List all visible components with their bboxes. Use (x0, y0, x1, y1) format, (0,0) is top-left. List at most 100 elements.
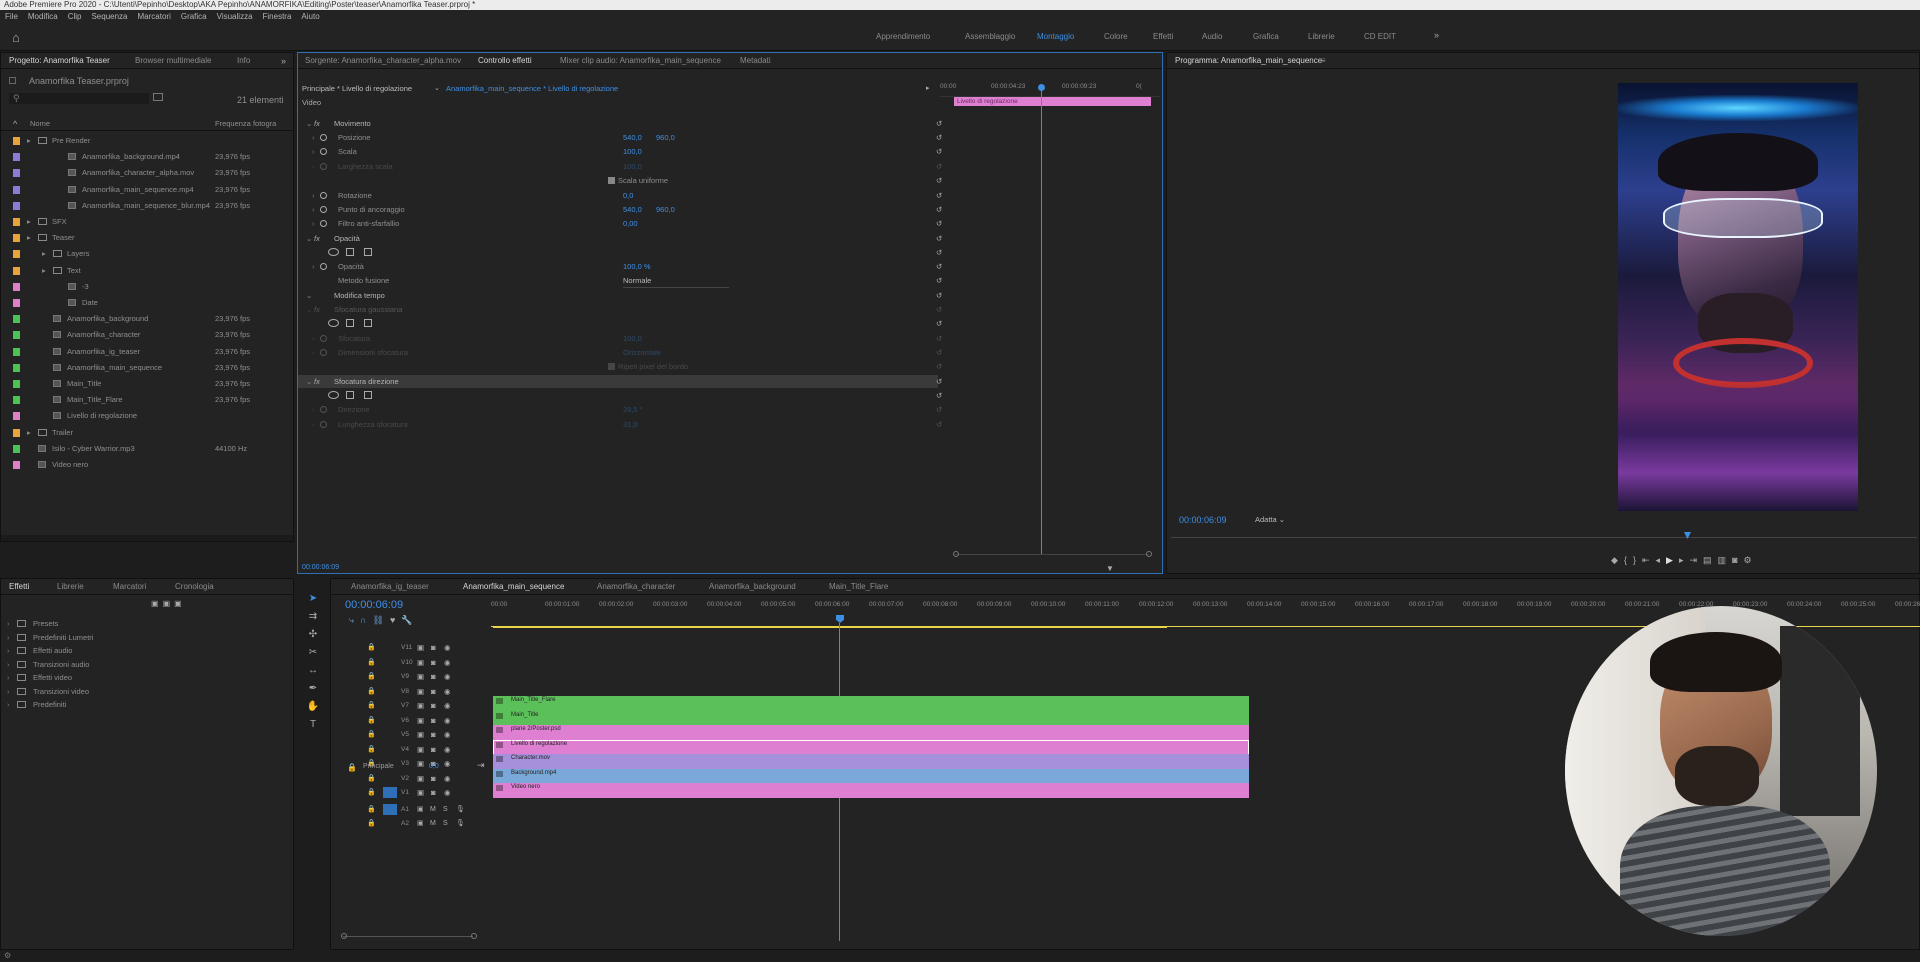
workspace-effetti[interactable]: Effetti (1153, 32, 1173, 41)
label-color-swatch[interactable] (13, 234, 20, 243)
program-tab[interactable]: Programma: Anamorfika_main_sequence (1175, 53, 1322, 69)
expand-triangle-icon[interactable]: › (7, 631, 10, 644)
effect-row[interactable]: Metodo fusione Normale ↺ (298, 274, 942, 288)
project-tab-1[interactable]: Browser multimediale (135, 53, 211, 69)
workspace-apprendimento[interactable]: Apprendimento (876, 32, 930, 41)
reset-icon[interactable]: ↺ (936, 389, 942, 402)
more-workspaces-icon[interactable]: » (1434, 30, 1439, 40)
go-to-end-icon[interactable]: ⇥ (477, 760, 485, 771)
timeline-playhead-handle[interactable] (836, 615, 844, 623)
sync-icon[interactable]: ▣ (417, 786, 424, 799)
slip-icon[interactable]: ↔ (302, 662, 324, 680)
timeline-zoom-right[interactable] (471, 933, 477, 939)
reset-icon[interactable]: ↺ (936, 274, 942, 287)
reset-icon[interactable]: ↺ (936, 303, 942, 316)
snap-icon[interactable]: ∩ (360, 615, 372, 625)
toggle-output-icon[interactable]: ◙ (431, 670, 436, 683)
workspace-montaggio[interactable]: Montaggio (1037, 32, 1074, 41)
effect-row[interactable]: › Punto di ancoraggio 540,0 960,0 ↺ (298, 203, 942, 216)
project-item[interactable]: ▸ Trailer (1, 426, 293, 439)
panel-more-icon[interactable]: » (281, 56, 286, 66)
label-color-swatch[interactable] (13, 315, 20, 324)
effect-tab-3[interactable]: Metadati (740, 53, 771, 69)
eye-icon[interactable]: ◉ (444, 757, 451, 770)
effect-param-value[interactable]: 31,0 (623, 418, 638, 431)
project-item[interactable]: -3 (1, 280, 293, 293)
sequence-clip-label[interactable]: Anamorfika_main_sequence * Livello di re… (434, 84, 618, 93)
sort-icon[interactable]: ^ (13, 119, 17, 129)
eye-icon[interactable]: ◉ (444, 728, 451, 741)
effect-row[interactable]: ↺ (298, 389, 942, 402)
column-name-header[interactable]: Nome (30, 119, 50, 128)
reset-icon[interactable]: ↺ (936, 232, 942, 245)
label-color-swatch[interactable] (13, 331, 20, 340)
eye-icon[interactable]: ◉ (444, 714, 451, 727)
fx-tab-0[interactable]: Effetti (9, 579, 29, 595)
project-item[interactable]: Anamorfika_character 23,976 fps (1, 328, 293, 341)
effect-row[interactable]: › Direzione 28,5 ° ↺ (298, 403, 942, 416)
stopwatch-icon[interactable] (320, 421, 327, 428)
ellipse-mask-icon[interactable] (328, 248, 339, 256)
eye-icon[interactable]: ◉ (444, 743, 451, 756)
track-target[interactable] (383, 715, 397, 726)
pen-mask-icon[interactable] (364, 391, 372, 399)
project-item[interactable]: ▸ SFX (1, 215, 293, 228)
hand-icon[interactable]: ✋ (302, 698, 324, 716)
effect-param-value[interactable]: 100,0 (623, 332, 642, 345)
track-select-icon[interactable]: ⇉ (302, 608, 324, 626)
label-color-swatch[interactable] (13, 201, 20, 210)
sync-icon[interactable]: ▣ (417, 670, 424, 683)
sync-icon[interactable]: ▣ (417, 757, 424, 770)
expand-triangle-icon[interactable]: › (312, 346, 315, 359)
timeline-zoom-scrollbar[interactable] (343, 936, 473, 937)
sync-icon[interactable]: ▣ (417, 743, 424, 756)
project-item[interactable]: Livello di regolazione (1, 409, 293, 422)
fx-folder[interactable]: › Presets (1, 617, 293, 630)
toggle-output-icon[interactable]: ◙ (431, 699, 436, 712)
timeline-clip[interactable]: Character.mov (493, 754, 1249, 769)
track-lock-icon[interactable]: 🔒 (367, 641, 376, 654)
effect-timeline-ruler[interactable]: ▸ 00:00 00:00:04:23 00:00:09:23 0( (926, 83, 1160, 97)
stopwatch-icon[interactable] (320, 220, 327, 227)
effect-row[interactable]: › Rotazione 0,0 ↺ (298, 189, 942, 202)
checkbox[interactable] (608, 363, 615, 370)
effect-row[interactable]: ⌄ fx Sfocatura gaussiana ↺ (298, 303, 942, 316)
reset-icon[interactable]: ↺ (936, 418, 942, 431)
fx-tab-2[interactable]: Marcatori (113, 579, 146, 595)
label-color-swatch[interactable] (13, 153, 20, 162)
mute-icon[interactable]: M (430, 803, 436, 816)
project-item[interactable]: Anamorfika_main_sequence.mp4 23,976 fps (1, 183, 293, 196)
effect-row[interactable]: › Larghezza scala 100,0 ↺ (298, 160, 942, 173)
effect-param-value[interactable]: 100,0 (623, 160, 642, 173)
ellipse-mask-icon[interactable] (328, 319, 339, 327)
eye-icon[interactable]: ◉ (444, 772, 451, 785)
home-icon[interactable]: ⌂ (12, 30, 20, 45)
effect-param-value[interactable]: 0,00 (623, 217, 638, 230)
project-item[interactable]: Anamorfika_main_sequence 23,976 fps (1, 361, 293, 374)
track-lock-icon[interactable]: 🔒 (367, 728, 376, 741)
fx-folder[interactable]: › Effetti audio (1, 644, 293, 657)
effect-row[interactable]: › Opacità 100,0 % ↺ (298, 260, 942, 273)
project-item[interactable]: ▸ Teaser (1, 231, 293, 244)
effect-param-value[interactable]: 28,5 ° (623, 403, 643, 416)
expand-triangle-icon[interactable]: › (7, 658, 10, 671)
rect-mask-icon[interactable] (346, 248, 354, 256)
track-lock-icon[interactable]: 🔒 (367, 699, 376, 712)
sync-icon[interactable]: ▣ (417, 685, 424, 698)
clip-bar[interactable]: Livello di regolazione (954, 97, 1151, 106)
fx-folder[interactable]: › Transizioni audio (1, 658, 293, 671)
reset-icon[interactable]: ↺ (936, 174, 942, 187)
expand-triangle-icon[interactable]: › (312, 418, 315, 431)
effect-param-value[interactable]: 100,0 (623, 145, 642, 158)
accelerated-icon[interactable]: ▣ (151, 599, 163, 608)
track-lock-icon[interactable]: 🔒 (367, 786, 376, 799)
effect-param-value[interactable]: Orizzontale (623, 346, 661, 359)
label-color-swatch[interactable] (13, 282, 20, 291)
effect-row[interactable]: › Sfocatura 100,0 ↺ (298, 332, 942, 345)
toggle-output-icon[interactable]: ◙ (431, 685, 436, 698)
effect-row[interactable]: ⌄ fx Movimento ↺ (298, 117, 942, 130)
reset-icon[interactable]: ↺ (936, 403, 942, 416)
expand-triangle-icon[interactable]: › (7, 698, 10, 711)
sync-icon[interactable]: ▣ (417, 714, 424, 727)
effect-param-value[interactable]: 0,0 (623, 189, 633, 202)
